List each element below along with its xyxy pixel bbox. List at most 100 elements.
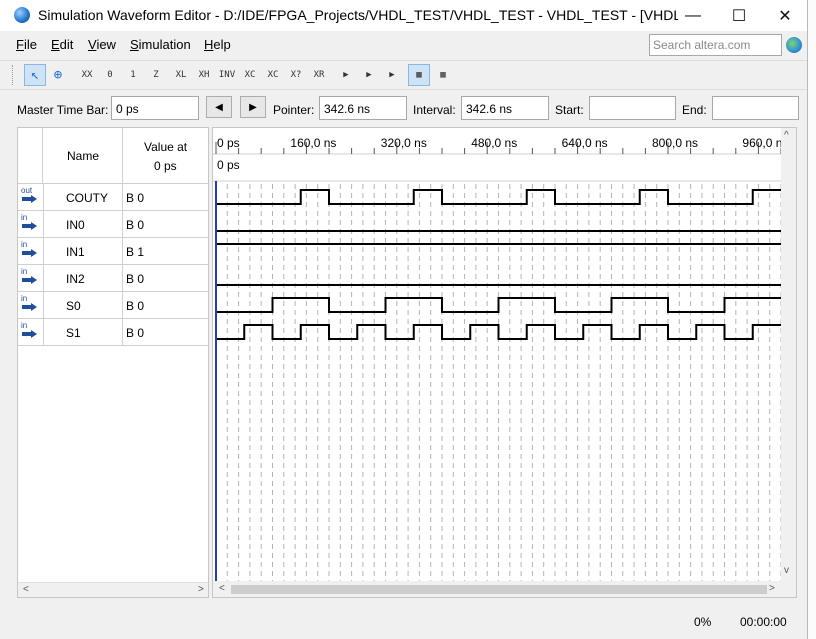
signal-row[interactable]: in IN2 B 0 [18,265,208,292]
row-divider [122,265,123,292]
pointer-field[interactable]: 342.6 ns [319,96,407,120]
scroll-up-icon[interactable]: ^ [784,130,789,141]
time-tick-label: 160,0 ns [290,136,336,150]
row-divider [122,211,123,238]
horizontal-scroll-thumb[interactable] [231,585,767,594]
master-time-bar-marker-label: 0 ps [217,158,240,172]
row-divider [43,238,44,265]
menu-simulation[interactable]: Simulation [130,37,191,52]
signal-value: B 0 [126,326,145,340]
signal-name: IN1 [66,245,85,259]
forcing-low-icon[interactable]: 0 [99,64,121,86]
scroll-right-icon[interactable]: > [198,584,204,595]
progress-percent: 0% [694,615,712,629]
scroll-right-icon[interactable]: > [769,583,775,594]
start-field[interactable] [589,96,676,120]
weak-high-icon[interactable]: XH [193,64,215,86]
globe-icon[interactable] [786,37,802,53]
minimize-button[interactable]: — [670,0,716,31]
menu-file[interactable]: File [16,37,37,52]
count-value-icon[interactable]: XC [239,64,261,86]
group-icon[interactable]: ▶ [358,64,380,86]
interval-label: Interval: [413,103,456,117]
menu-edit[interactable]: Edit [51,37,73,52]
horizontal-scrollbar[interactable]: < > [213,581,796,597]
next-transition-button[interactable]: ▶ [240,96,266,118]
row-divider [122,292,123,319]
snap-to-grid-icon[interactable]: ▶ [335,64,357,86]
master-time-bar-field[interactable]: 0 ps [111,96,199,120]
invert-icon[interactable]: INV [216,64,238,86]
forcing-high-icon[interactable]: 1 [122,64,144,86]
time-bar: Master Time Bar: 0 ps ◀ ▶ Pointer: 342.6… [0,92,807,124]
signal-value: B 1 [126,245,145,259]
title-bar[interactable]: Simulation Waveform Editor - D:/IDE/FPGA… [0,0,807,31]
signal-list-panel: Name Value at 0 ps out COUTY B 0 in IN0 B 0 in… [17,127,209,598]
pin-arrow-head [31,249,37,257]
overview-icon[interactable]: ▦ [432,64,454,86]
time-tick-label: 640,0 ns [562,136,608,150]
random-values-icon[interactable]: X? [285,64,307,86]
grid-icon[interactable]: ▦ [408,64,430,86]
waveform-trace-s0 [216,297,781,313]
signal-name: IN2 [66,272,85,286]
end-label: End: [682,103,707,117]
selection-tool-icon[interactable]: ↖ [24,64,46,86]
zoom-tool-icon[interactable]: ⊕ [47,64,69,86]
weak-low-icon[interactable]: XL [170,64,192,86]
signal-row[interactable]: in S1 B 0 [18,319,208,346]
toolbar: ↖ ⊕ XX 0 1 Z XL XH INV XC XC X? XR ▶ ▶ ▶ ▦ ▦ [0,60,807,90]
signal-row[interactable]: in S0 B 0 [18,292,208,319]
scroll-left-icon[interactable]: < [219,583,225,594]
pin-direction-label: in [21,294,28,303]
scroll-down-icon[interactable]: v [784,565,789,576]
scroll-left-icon[interactable]: < [23,584,29,595]
signal-name: IN0 [66,218,85,232]
pin-arrow-head [31,330,37,338]
left-horizontal-scrollbar[interactable]: < > [18,582,208,597]
signal-row[interactable]: out COUTY B 0 [18,184,208,211]
header-name-label: Name [67,149,100,163]
pin-direction-label: out [21,186,33,195]
start-label: Start: [555,103,584,117]
waveform-trace-s1 [216,324,781,340]
interval-field[interactable]: 342.6 ns [461,96,549,120]
waveform-canvas[interactable]: 0 ps 160,0 ns 320,0 ns 480,0 ns 640,0 ns 800,… [213,128,796,581]
signal-value: B 0 [126,272,145,286]
search-input[interactable]: Search altera.com [649,34,782,56]
menu-view[interactable]: View [88,37,116,52]
signal-row[interactable]: in IN1 B 1 [18,238,208,265]
header-icon-column [18,128,43,184]
row-divider [43,292,44,319]
input-pin-icon: in [21,294,37,316]
uninitialized-icon[interactable]: XX [76,64,98,86]
close-button[interactable]: ✕ [762,0,808,31]
vertical-scrollbar[interactable]: ^ v [781,128,796,581]
pin-arrow-head [31,195,37,203]
menu-help[interactable]: Help [204,37,231,52]
input-pin-icon: in [21,267,37,289]
signal-value: B 0 [126,299,145,313]
arbitrary-value-icon[interactable]: XR [308,64,330,86]
row-divider [43,184,44,211]
signal-name: COUTY [66,191,108,205]
header-name[interactable]: Name [43,128,123,184]
maximize-button[interactable]: ☐ [716,0,762,31]
clock-icon[interactable]: XC [262,64,284,86]
end-field[interactable] [712,96,799,120]
previous-transition-button[interactable]: ◀ [206,96,232,118]
signal-row[interactable]: in IN0 B 0 [18,211,208,238]
high-impedance-icon[interactable]: Z [145,64,167,86]
input-pin-icon: in [21,213,37,235]
header-value[interactable]: Value at 0 ps [123,128,208,184]
ungroup-icon[interactable]: ▶ [381,64,403,86]
row-divider [122,184,123,211]
signal-name: S0 [66,299,81,313]
toolbar-grip[interactable] [12,65,16,85]
row-divider [43,211,44,238]
pin-arrow-head [31,303,37,311]
pin-direction-label: in [21,240,28,249]
time-tick-label: 800,0 ns [652,136,698,150]
row-divider [122,238,123,265]
waveform-panel[interactable]: 0 ps 160,0 ns 320,0 ns 480,0 ns 640,0 ns 800,… [212,127,797,598]
